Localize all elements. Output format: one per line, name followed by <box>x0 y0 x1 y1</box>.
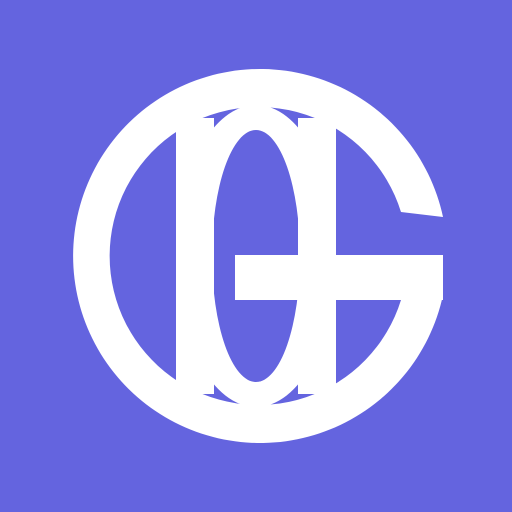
logo-left-bar <box>176 118 214 394</box>
logo-crossbar <box>235 255 443 300</box>
app-icon-tile <box>0 0 512 512</box>
globe-g-logo-icon <box>0 0 512 512</box>
